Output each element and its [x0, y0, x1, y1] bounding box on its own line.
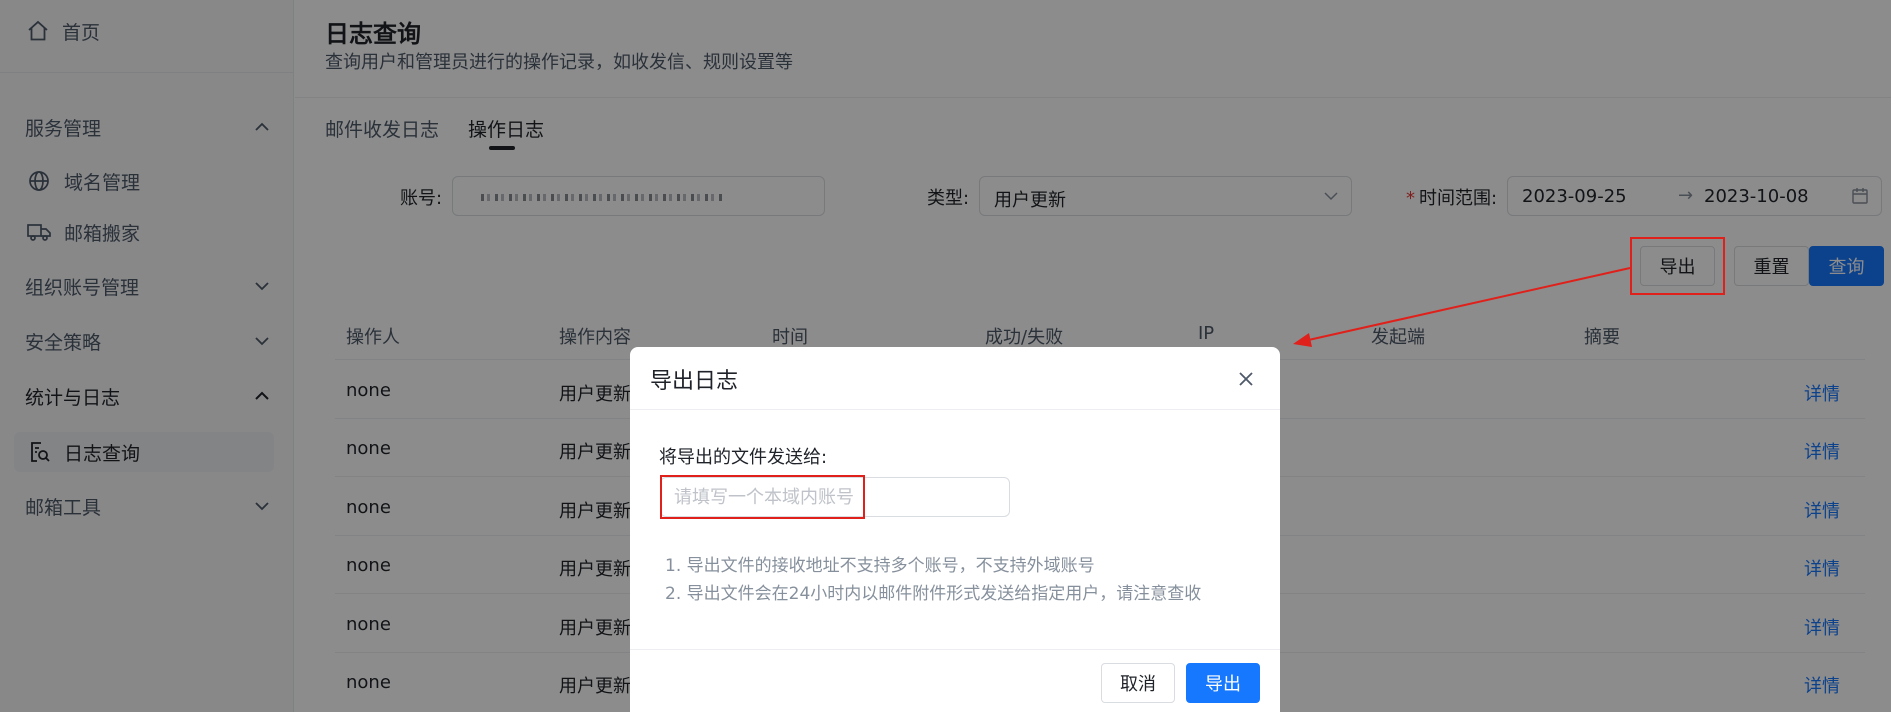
- recipient-label: 将导出的文件发送给:: [659, 447, 828, 468]
- divider: [630, 409, 1280, 410]
- annotation-highlight-export: [1630, 237, 1725, 295]
- close-icon[interactable]: [1233, 366, 1259, 392]
- note-line-2: 2. 导出文件会在24小时内以邮件附件形式发送给指定用户，请注意查收: [665, 584, 1202, 604]
- divider: [630, 649, 1280, 650]
- export-log-dialog: 导出日志 将导出的文件发送给: 1. 导出文件的接收地址不支持多个账号，不支持外…: [630, 347, 1280, 712]
- cancel-button[interactable]: 取消: [1101, 663, 1175, 703]
- annotation-highlight-input: [660, 475, 865, 519]
- note-line-1: 1. 导出文件的接收地址不支持多个账号，不支持外域账号: [665, 556, 1095, 576]
- confirm-export-button[interactable]: 导出: [1186, 663, 1260, 703]
- dialog-title: 导出日志: [650, 369, 739, 394]
